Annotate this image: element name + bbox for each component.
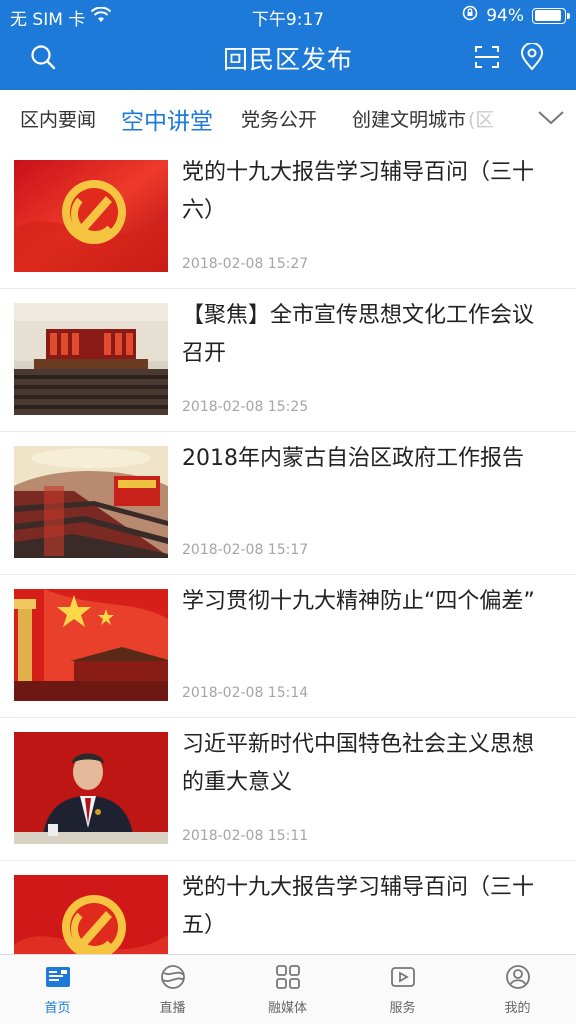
tab-civilized-city[interactable]: 创建文明城市 [352, 105, 466, 132]
scan-icon[interactable] [472, 42, 502, 72]
tab-party-affairs[interactable]: 党务公开 [241, 105, 317, 132]
nav-service[interactable]: 服务 [345, 963, 460, 1016]
orientation-lock-icon [462, 5, 478, 26]
top-bar: 无 SIM 卡 下午9:17 94% 回民区发布 [0, 0, 576, 90]
list-item[interactable]: 2018年内蒙古自治区政府工作报告 2018-02-08 15:17 [0, 432, 576, 575]
nav-home[interactable]: 首页 [0, 963, 115, 1016]
battery-icon [532, 7, 570, 24]
news-thumbnail [14, 875, 168, 954]
bottom-nav: 首页 直播 融媒体 服务 我的 [0, 954, 576, 1024]
news-list: 党的十九大报告学习辅导百问（三十六） 2018-02-08 15:27 【聚焦】… [0, 146, 576, 954]
news-title: 党的十九大报告学习辅导百问（三十六） [182, 160, 535, 223]
live-globe-icon [159, 963, 187, 991]
news-time: 2018-02-08 15:14 [182, 685, 309, 701]
news-thumbnail [14, 446, 168, 558]
chevron-down-icon[interactable] [526, 90, 576, 146]
status-bar: 无 SIM 卡 下午9:17 94% [0, 0, 576, 30]
news-title: 学习贯彻十九大精神防止“四个偏差” [182, 589, 535, 614]
list-item[interactable]: 党的十九大报告学习辅导百问（三十五） [0, 861, 576, 954]
news-thumbnail [14, 732, 168, 844]
news-time: 2018-02-08 15:17 [182, 542, 309, 558]
play-service-icon [389, 963, 417, 991]
list-item[interactable]: 习近平新时代中国特色社会主义思想的重大意义 2018-02-08 15:11 [0, 718, 576, 861]
battery-percent: 94% [486, 5, 524, 26]
list-item[interactable]: 党的十九大报告学习辅导百问（三十六） 2018-02-08 15:27 [0, 146, 576, 289]
channel-tabs: 区内要闻 空中讲堂 党务公开 创建文明城市 (区 [0, 90, 576, 146]
news-title: 2018年内蒙古自治区政府工作报告 [182, 446, 524, 471]
news-time: 2018-02-08 15:25 [182, 399, 309, 415]
news-title: 【聚焦】全市宣传思想文化工作会议召开 [182, 303, 535, 366]
news-title: 习近平新时代中国特色社会主义思想的重大意义 [182, 732, 535, 795]
list-item[interactable]: 【聚焦】全市宣传思想文化工作会议召开 2018-02-08 15:25 [0, 289, 576, 432]
nav-label: 直播 [159, 1001, 186, 1016]
tab-district-news[interactable]: 区内要闻 [20, 105, 96, 132]
grid-media-icon [274, 963, 302, 991]
nav-live[interactable]: 直播 [115, 963, 230, 1016]
list-item[interactable]: 学习贯彻十九大精神防止“四个偏差” 2018-02-08 15:14 [0, 575, 576, 718]
news-thumbnail [14, 303, 168, 415]
news-title: 党的十九大报告学习辅导百问（三十五） [182, 875, 535, 938]
tab-air-classroom[interactable]: 空中讲堂 [121, 102, 213, 136]
news-time: 2018-02-08 15:11 [182, 828, 309, 844]
nav-media[interactable]: 融媒体 [230, 963, 345, 1016]
location-icon[interactable] [517, 42, 547, 72]
nav-profile[interactable]: 我的 [460, 963, 575, 1016]
nav-label: 服务 [389, 1001, 416, 1016]
news-thumbnail [14, 589, 168, 701]
nav-label: 融媒体 [267, 1001, 307, 1016]
nav-label: 我的 [504, 1001, 531, 1016]
nav-label: 首页 [44, 1001, 71, 1016]
news-time: 2018-02-08 15:27 [182, 256, 309, 272]
home-news-icon [44, 963, 72, 991]
news-thumbnail [14, 160, 168, 272]
profile-icon [504, 963, 532, 991]
